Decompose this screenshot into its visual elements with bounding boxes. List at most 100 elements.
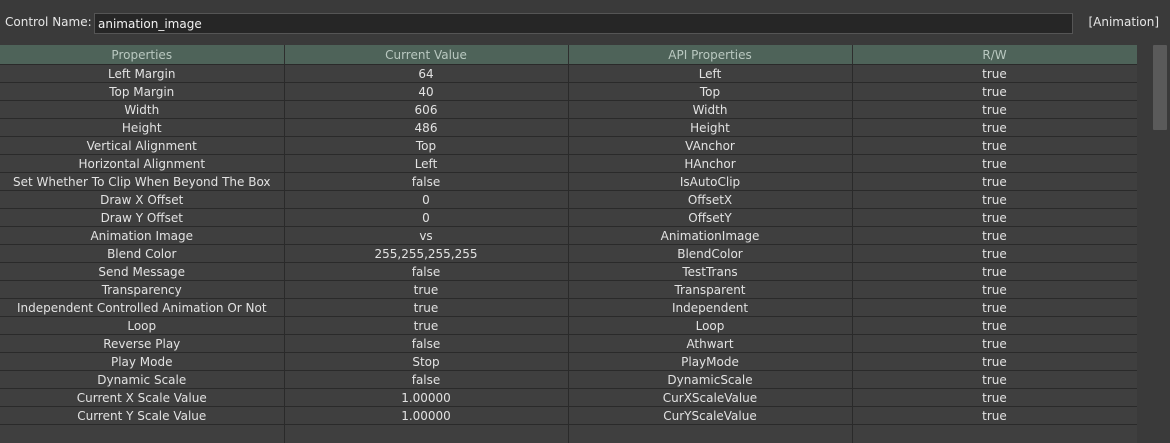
api-property-cell: AnimationImage (568, 226, 853, 245)
current-value-cell[interactable]: false (284, 334, 569, 353)
current-value-cell[interactable]: 64 (284, 64, 569, 83)
empty-table-row (0, 424, 1137, 443)
table-row[interactable]: Vertical Alignment Top VAnchor true (0, 136, 1137, 155)
api-property-cell: Athwart (568, 334, 853, 353)
table-row[interactable]: Play Mode Stop PlayMode true (0, 352, 1137, 371)
table-row[interactable]: Reverse Play false Athwart true (0, 334, 1137, 353)
table-row[interactable]: Top Margin 40 Top true (0, 82, 1137, 101)
table-row[interactable]: Blend Color 255,255,255,255 BlendColor true (0, 244, 1137, 263)
current-value-cell[interactable]: 1.00000 (284, 388, 569, 407)
current-value-cell[interactable]: true (284, 316, 569, 335)
rw-cell: true (852, 244, 1137, 263)
table-row[interactable]: Height 486 Height true (0, 118, 1137, 137)
table-row[interactable]: Send Message false TestTrans true (0, 262, 1137, 281)
rw-cell: true (852, 352, 1137, 371)
table-row[interactable]: Width 606 Width true (0, 100, 1137, 119)
api-property-cell: DynamicScale (568, 370, 853, 389)
table-row[interactable]: Independent Controlled Animation Or Not t… (0, 298, 1137, 317)
rw-cell: true (852, 82, 1137, 101)
current-value-cell[interactable]: 255,255,255,255 (284, 244, 569, 263)
api-property-cell: Transparent (568, 280, 853, 299)
column-header-rw[interactable]: R/W (852, 45, 1137, 65)
api-property-cell: OffsetX (568, 190, 853, 209)
table-row[interactable]: Current X Scale Value 1.00000 CurXScaleVal… (0, 388, 1137, 407)
api-property-cell: Independent (568, 298, 853, 317)
property-name-cell: Left Margin (0, 64, 285, 83)
table-row[interactable]: Set Whether To Clip When Beyond The Box f… (0, 172, 1137, 191)
rw-cell: true (852, 136, 1137, 155)
column-header-current-value[interactable]: Current Value (284, 45, 569, 65)
api-property-cell: CurYScaleValue (568, 406, 853, 425)
empty-cell (0, 424, 285, 443)
current-value-cell[interactable]: Left (284, 154, 569, 173)
current-value-cell[interactable]: 0 (284, 208, 569, 227)
api-property-cell: Loop (568, 316, 853, 335)
scrollbar-thumb[interactable] (1153, 45, 1167, 130)
api-property-cell: Width (568, 100, 853, 119)
property-name-cell: Dynamic Scale (0, 370, 285, 389)
current-value-cell[interactable]: 0 (284, 190, 569, 209)
current-value-cell[interactable]: false (284, 370, 569, 389)
control-name-label: Control Name: (5, 15, 92, 29)
api-property-cell: VAnchor (568, 136, 853, 155)
rw-cell: true (852, 208, 1137, 227)
api-property-cell: Top (568, 82, 853, 101)
property-name-cell: Reverse Play (0, 334, 285, 353)
api-property-cell: TestTrans (568, 262, 853, 281)
table-row[interactable]: Transparency true Transparent true (0, 280, 1137, 299)
current-value-cell[interactable]: vs (284, 226, 569, 245)
table-row[interactable]: Current Y Scale Value 1.00000 CurYScaleVal… (0, 406, 1137, 425)
api-property-cell: Height (568, 118, 853, 137)
current-value-cell[interactable]: false (284, 172, 569, 191)
api-property-cell: PlayMode (568, 352, 853, 371)
current-value-cell[interactable]: Stop (284, 352, 569, 371)
property-name-cell: Current Y Scale Value (0, 406, 285, 425)
current-value-cell[interactable]: Top (284, 136, 569, 155)
table-row[interactable]: Left Margin 64 Left true (0, 64, 1137, 83)
api-property-cell: BlendColor (568, 244, 853, 263)
current-value-cell[interactable]: true (284, 280, 569, 299)
api-property-cell: IsAutoClip (568, 172, 853, 191)
rw-cell: true (852, 100, 1137, 119)
table-row[interactable]: Loop true Loop true (0, 316, 1137, 335)
current-value-cell[interactable]: true (284, 298, 569, 317)
vertical-scrollbar[interactable] (1137, 45, 1170, 443)
rw-cell: true (852, 118, 1137, 137)
property-name-cell: Current X Scale Value (0, 388, 285, 407)
property-name-cell: Loop (0, 316, 285, 335)
property-name-cell: Height (0, 118, 285, 137)
current-value-cell[interactable]: false (284, 262, 569, 281)
api-property-cell: OffsetY (568, 208, 853, 227)
property-name-cell: Independent Controlled Animation Or Not (0, 298, 285, 317)
rw-cell: true (852, 172, 1137, 191)
column-header-api-properties[interactable]: API Properties (568, 45, 853, 65)
api-property-cell: CurXScaleValue (568, 388, 853, 407)
property-name-cell: Send Message (0, 262, 285, 281)
current-value-cell[interactable]: 606 (284, 100, 569, 119)
current-value-cell[interactable]: 486 (284, 118, 569, 137)
table-row[interactable]: Animation Image vs AnimationImage true (0, 226, 1137, 245)
property-name-cell: Draw Y Offset (0, 208, 285, 227)
rw-cell: true (852, 64, 1137, 83)
property-name-cell: Blend Color (0, 244, 285, 263)
rw-cell: true (852, 334, 1137, 353)
current-value-cell[interactable]: 1.00000 (284, 406, 569, 425)
column-header-properties[interactable]: Properties (0, 45, 285, 65)
control-type-tag: [Animation] (1088, 15, 1159, 29)
table-row[interactable]: Draw X Offset 0 OffsetX true (0, 190, 1137, 209)
property-name-cell: Set Whether To Clip When Beyond The Box (0, 172, 285, 191)
empty-cell (852, 424, 1137, 443)
current-value-cell[interactable]: 40 (284, 82, 569, 101)
table-row[interactable]: Dynamic Scale false DynamicScale true (0, 370, 1137, 389)
property-name-cell: Transparency (0, 280, 285, 299)
property-name-cell: Width (0, 100, 285, 119)
empty-cell (568, 424, 853, 443)
empty-cell (284, 424, 569, 443)
control-name-input[interactable] (94, 13, 1073, 34)
table-row[interactable]: Horizontal Alignment Left HAnchor true (0, 154, 1137, 173)
rw-cell: true (852, 406, 1137, 425)
properties-table: Properties Current Value API Properties … (0, 45, 1137, 443)
rw-cell: true (852, 370, 1137, 389)
table-row[interactable]: Draw Y Offset 0 OffsetY true (0, 208, 1137, 227)
table-header-row: Properties Current Value API Properties … (0, 45, 1137, 65)
